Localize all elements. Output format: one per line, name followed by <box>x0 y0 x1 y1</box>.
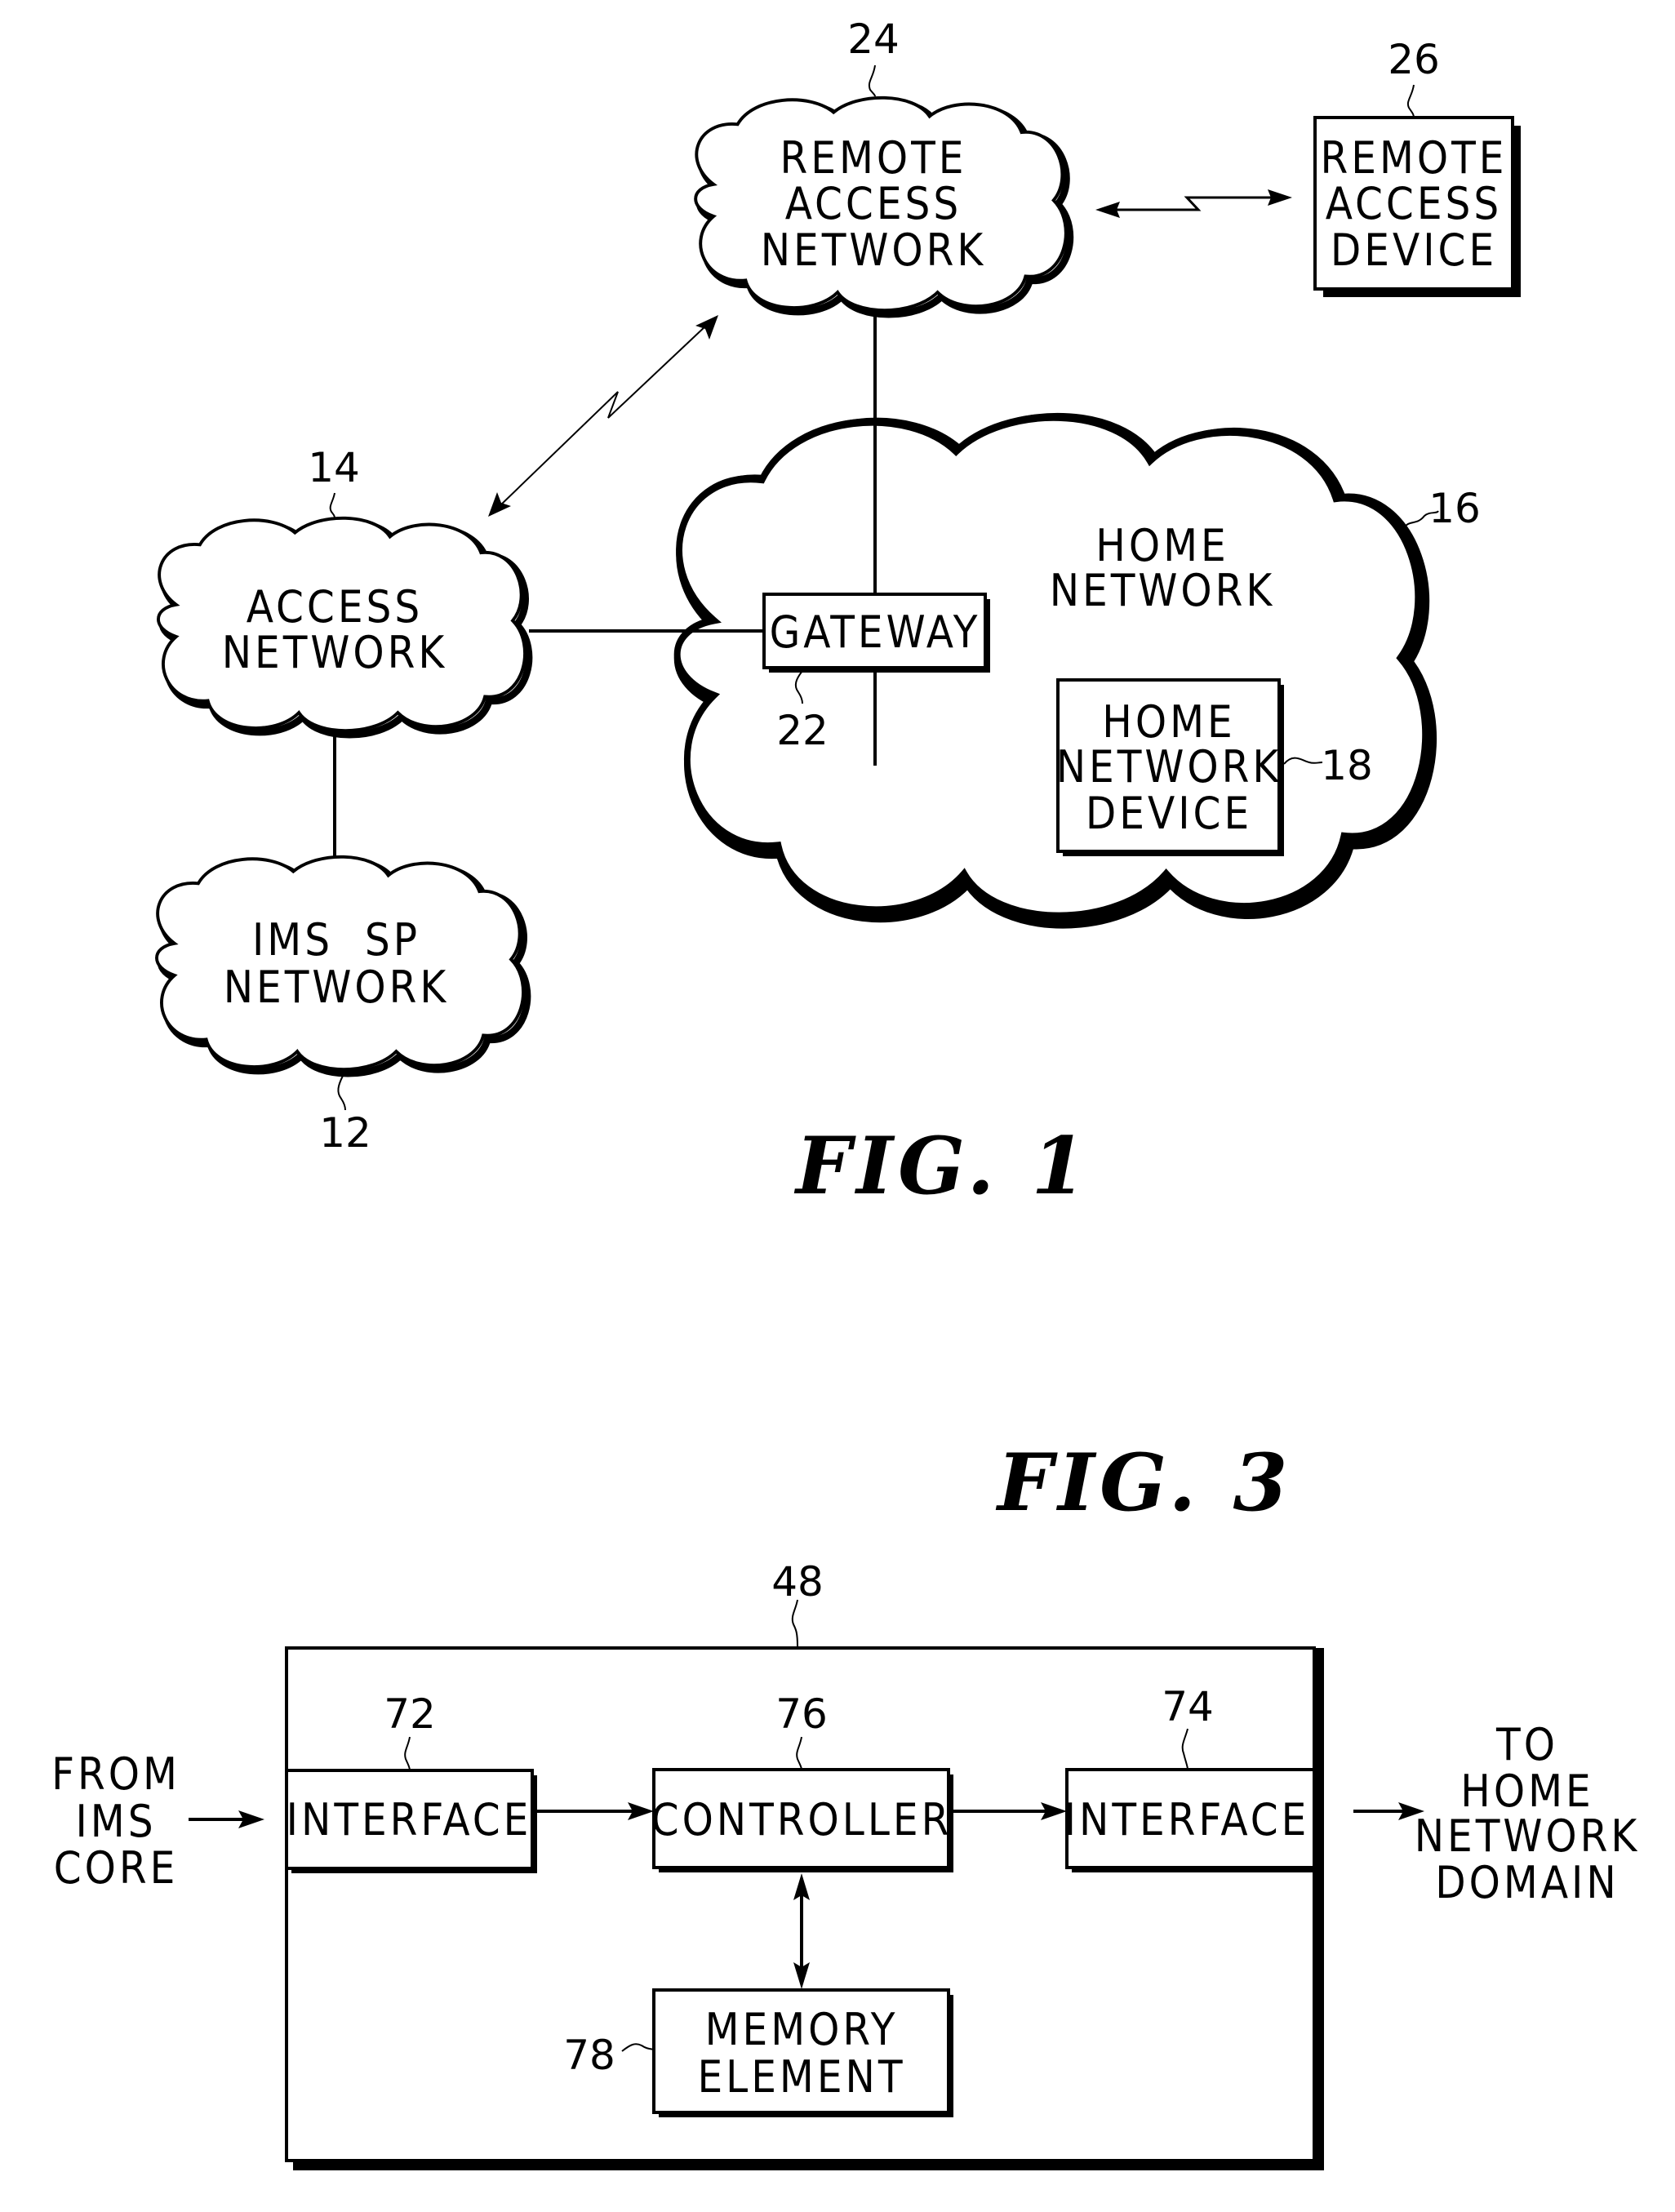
figure-3-title: FIG. 3 <box>995 1437 1292 1529</box>
wireless-link-access-network <box>488 315 718 517</box>
access-network-label-line-2: NETWORK <box>222 627 448 678</box>
remote-access-network-label-line-3: NETWORK <box>761 224 987 276</box>
to-label-line-3: NETWORK <box>1415 1810 1641 1862</box>
figure-3: FIG. 3 48 FROM IMS CORE INTERFACE 72 CON… <box>51 1437 1641 2170</box>
memory-label-line-2: ELEMENT <box>697 2051 905 2103</box>
ref-18: 18 <box>1321 742 1373 789</box>
input-from-ims-core: FROM IMS CORE <box>51 1748 264 1894</box>
home-network-device-label-line-3: DEVICE <box>1086 788 1252 839</box>
figure-1: HOME NETWORK 16 REMOTE ACCESS NETWORK 24… <box>155 16 1521 1212</box>
ims-sp-network-label-line-1: IMS SP <box>252 914 420 966</box>
memory-label-line-1: MEMORY <box>705 2004 899 2055</box>
remote-access-device-box: REMOTE ACCESS DEVICE 26 <box>1313 36 1521 297</box>
ref-76: 76 <box>775 1690 828 1738</box>
remote-access-device-label-line-1: REMOTE <box>1321 132 1508 184</box>
patent-drawing: HOME NETWORK 16 REMOTE ACCESS NETWORK 24… <box>51 16 1641 2170</box>
ref-12: 12 <box>319 1109 371 1157</box>
ref-24: 24 <box>847 16 900 63</box>
remote-access-network-cloud: REMOTE ACCESS NETWORK 24 <box>694 16 1070 314</box>
container-right-edge <box>1314 1648 1324 2170</box>
output-to-home-network-domain: TO HOME NETWORK DOMAIN <box>1353 1719 1641 1908</box>
to-label-line-2: HOME <box>1460 1766 1593 1817</box>
home-network-device-label-line-1: HOME <box>1102 696 1235 748</box>
from-label-line-2: IMS <box>75 1796 156 1847</box>
home-network-device-label-line-2: NETWORK <box>1056 741 1282 793</box>
ref-72: 72 <box>384 1690 436 1738</box>
to-label-line-1: TO <box>1495 1719 1558 1770</box>
wireless-link-remote-device <box>1095 189 1292 218</box>
ref-48: 48 <box>771 1558 824 1606</box>
home-network-label-line-2: NETWORK <box>1050 565 1276 616</box>
from-label-line-1: FROM <box>51 1748 180 1800</box>
ref-16: 16 <box>1428 485 1481 532</box>
ref-26: 26 <box>1388 36 1440 83</box>
interface-74-label: INTERFACE <box>1064 1794 1310 1846</box>
home-network-label-line-1: HOME <box>1095 520 1228 571</box>
ref-22: 22 <box>776 707 829 754</box>
interface-72-label: INTERFACE <box>287 1794 532 1846</box>
ims-sp-network-cloud: IMS SP NETWORK 12 <box>155 855 527 1157</box>
controller-label: CONTROLLER <box>651 1794 953 1846</box>
remote-access-device-label-line-3: DEVICE <box>1331 224 1497 276</box>
ref-74: 74 <box>1162 1683 1214 1730</box>
access-network-label-line-1: ACCESS <box>247 581 424 633</box>
remote-access-network-label-line-2: ACCESS <box>785 178 962 229</box>
access-network-cloud: ACCESS NETWORK 14 <box>157 444 529 735</box>
ims-sp-network-label-line-2: NETWORK <box>224 962 450 1013</box>
figure-1-title: FIG. 1 <box>793 1120 1091 1212</box>
from-label-line-3: CORE <box>54 1842 179 1894</box>
ref-78: 78 <box>563 2032 615 2079</box>
remote-access-network-label-line-1: REMOTE <box>780 132 967 184</box>
to-label-line-4: DOMAIN <box>1435 1857 1619 1908</box>
remote-access-device-label-line-2: ACCESS <box>1326 178 1503 229</box>
gateway-label: GATEWAY <box>770 606 981 658</box>
ref-14: 14 <box>308 444 360 491</box>
